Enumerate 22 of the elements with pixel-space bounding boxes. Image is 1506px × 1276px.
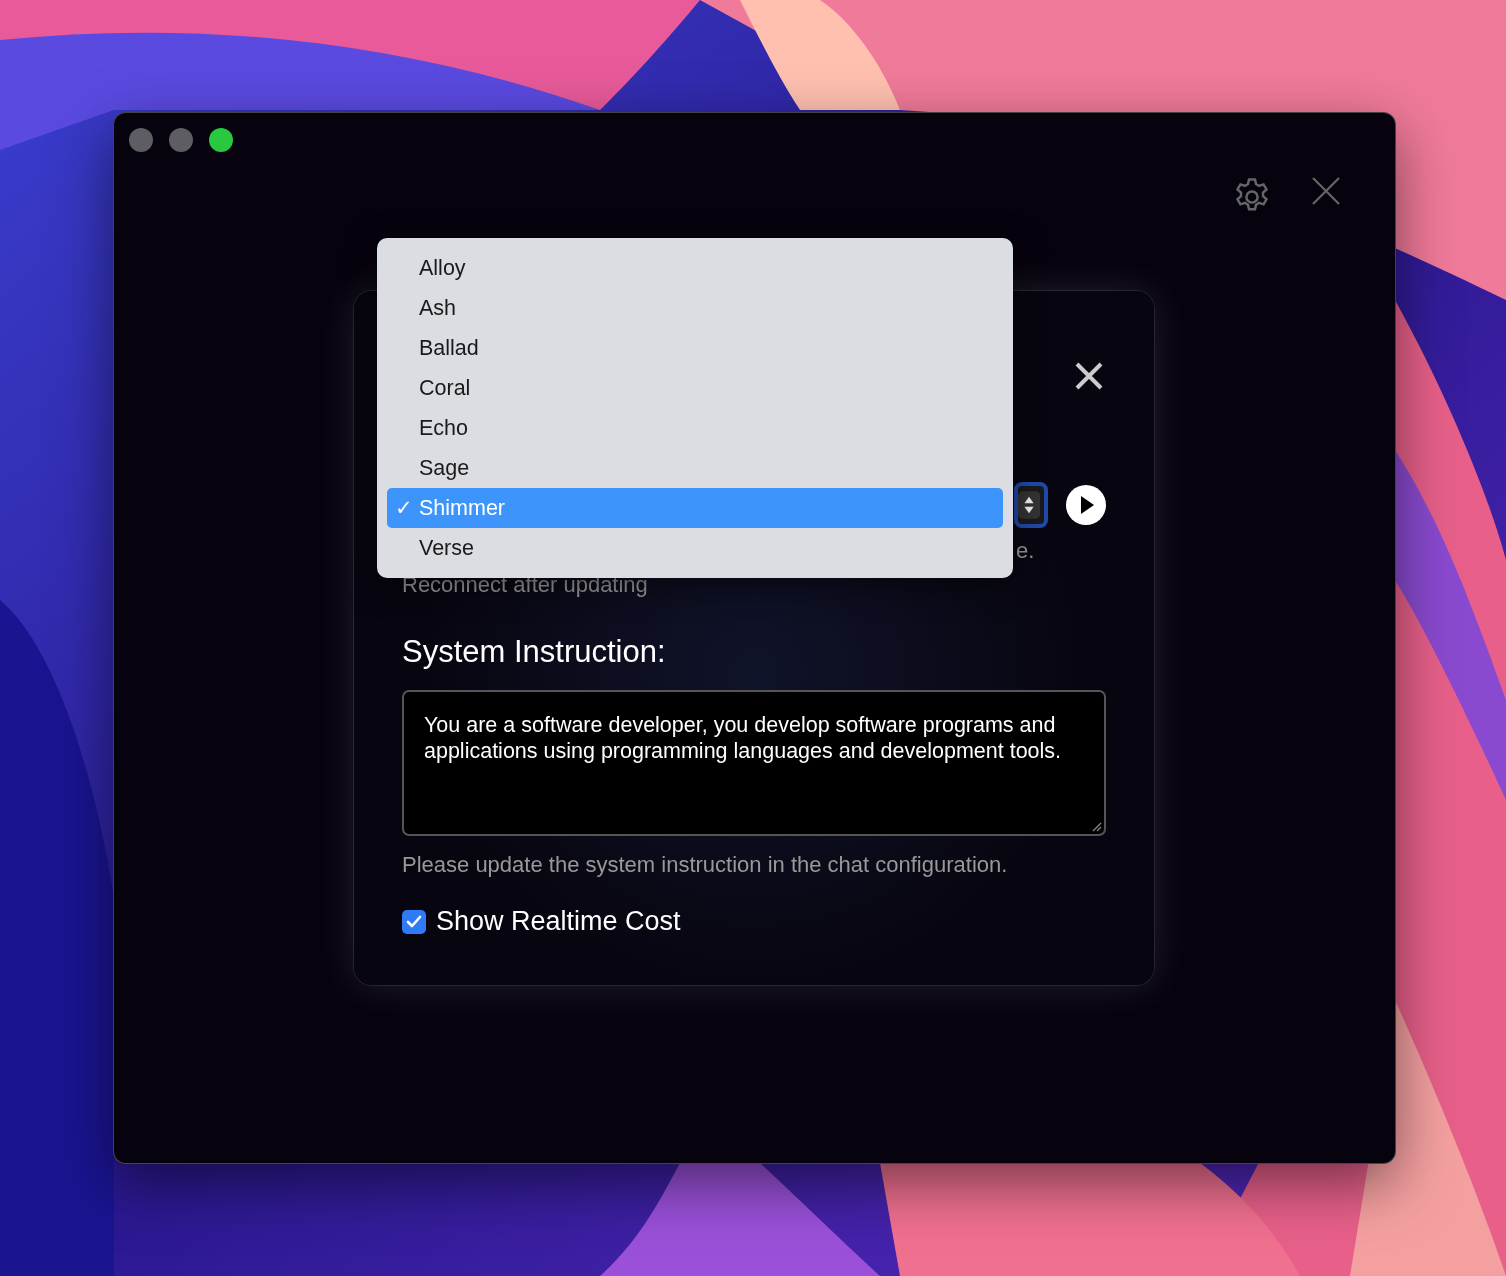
menu-item[interactable]: Verse	[387, 528, 1003, 568]
instruction-field[interactable]: You are a software developer, you develop software programs and applications using programming languages and development tools.	[402, 690, 1106, 836]
reconnect-note: Reconnect after updating	[402, 572, 649, 598]
stepper-icon	[1018, 490, 1040, 520]
zoom-window-button[interactable]	[209, 128, 233, 152]
instruction-hint: Please update the system instruction in the chat configuration.	[402, 852, 1009, 878]
menu-item[interactable]: Ballad	[387, 328, 1003, 368]
menu-item[interactable]: Alloy	[387, 248, 1003, 288]
menu-item[interactable]: Sage	[387, 448, 1003, 488]
voice-select[interactable]	[1014, 482, 1048, 528]
play-button[interactable]	[1066, 485, 1106, 525]
menu-item[interactable]: Ash	[387, 288, 1003, 328]
close-window-button[interactable]	[129, 128, 153, 152]
show-cost-checkbox[interactable]	[402, 909, 426, 934]
resize-grip-icon[interactable]	[1090, 820, 1102, 832]
menu-item[interactable]: Coral	[387, 368, 1003, 408]
checkmark-icon	[406, 914, 422, 929]
show-cost-label: Show Realtime Cost	[436, 906, 681, 937]
voice-hint: e.	[1016, 538, 1036, 564]
menu-item[interactable]: Echo	[387, 408, 1003, 448]
minimize-window-button[interactable]	[169, 128, 193, 152]
instruction-heading: System Instruction:	[402, 634, 667, 670]
